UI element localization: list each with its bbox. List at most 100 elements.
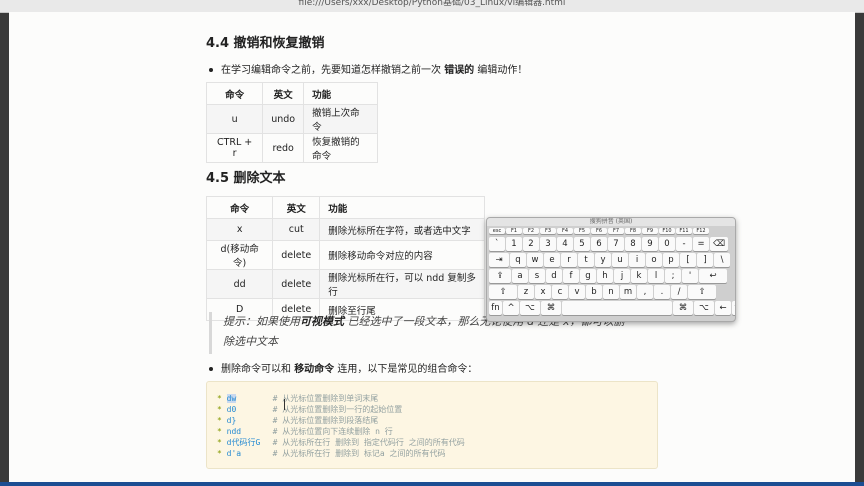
- key[interactable]: 9: [642, 237, 658, 251]
- key[interactable]: 7: [608, 237, 624, 251]
- key[interactable]: z: [518, 285, 534, 299]
- key[interactable]: n: [603, 285, 619, 299]
- key[interactable]: h: [597, 269, 613, 283]
- key[interactable]: .: [654, 285, 670, 299]
- bullet-undo-intro: 在学习编辑命令之前，先要知道怎样撤销之前一次 错误的 编辑动作！: [209, 61, 527, 76]
- key[interactable]: F3: [540, 228, 556, 234]
- key[interactable]: m: [620, 285, 636, 299]
- header-function: 功能: [319, 196, 485, 219]
- key[interactable]: o: [646, 253, 662, 267]
- key[interactable]: 4: [557, 237, 573, 251]
- left-border: [0, 0, 9, 486]
- table-header-row: 命令 英文 功能: [205, 82, 378, 105]
- key[interactable]: 6: [591, 237, 607, 251]
- key[interactable]: 1: [506, 237, 522, 251]
- code-comment: # 从光标位置删除到一行的起始位置: [272, 405, 403, 414]
- key[interactable]: t: [578, 253, 594, 267]
- header-function: 功能: [303, 82, 378, 105]
- tip-text: 提示：如果使用: [223, 315, 300, 328]
- key[interactable]: ': [682, 269, 698, 283]
- undo-table: 命令 英文 功能 u undo 撤销上次命令 CTRL + r redo 恢复撤…: [205, 82, 378, 163]
- key[interactable]: 2: [523, 237, 539, 251]
- key[interactable]: ⇪: [489, 269, 511, 283]
- key[interactable]: a: [512, 269, 528, 283]
- key[interactable]: ←: [715, 301, 731, 315]
- key[interactable]: ⌘: [673, 301, 693, 315]
- keyboard-viewer[interactable]: 搜狗拼音 (英国) esc F1 F2 F3 F4 F5 F6 F7 F8 F9 F10 F11 F12…: [486, 217, 736, 322]
- keyboard-title: 搜狗拼音 (英国): [487, 218, 735, 226]
- key[interactable]: F8: [625, 228, 641, 234]
- key[interactable]: w: [527, 253, 543, 267]
- key[interactable]: ↩: [699, 269, 727, 283]
- key[interactable]: ⇥: [489, 253, 509, 267]
- key[interactable]: ↑↓: [732, 301, 735, 315]
- key[interactable]: ^: [503, 301, 519, 315]
- key[interactable]: F11: [676, 228, 692, 234]
- key[interactable]: x: [535, 285, 551, 299]
- key[interactable]: F5: [574, 228, 590, 234]
- key[interactable]: fn: [489, 301, 502, 315]
- header-command: 命令: [205, 196, 274, 219]
- key[interactable]: ⌥: [520, 301, 540, 315]
- key[interactable]: 5: [574, 237, 590, 251]
- key[interactable]: c: [552, 285, 568, 299]
- key[interactable]: 3: [540, 237, 556, 251]
- key[interactable]: e: [544, 253, 560, 267]
- key[interactable]: g: [580, 269, 596, 283]
- key[interactable]: 8: [625, 237, 641, 251]
- key[interactable]: ⌥: [694, 301, 714, 315]
- key[interactable]: F2: [523, 228, 539, 234]
- key[interactable]: ;: [665, 269, 681, 283]
- code-comment: # 从光标位置向下连续删除 n 行: [272, 427, 393, 436]
- bullet-text: 删除命令可以和: [221, 364, 291, 375]
- bullet-text-end: 编辑动作！: [477, 65, 528, 76]
- key[interactable]: esc: [489, 228, 505, 234]
- key[interactable]: ⌫: [710, 237, 728, 251]
- bullet-text: 在学习编辑命令之前，先要知道怎样撤销之前一次: [221, 65, 441, 76]
- key[interactable]: ]: [697, 253, 713, 267]
- key[interactable]: k: [631, 269, 647, 283]
- key[interactable]: /: [671, 285, 687, 299]
- key[interactable]: i: [629, 253, 645, 267]
- key[interactable]: 0: [659, 237, 675, 251]
- key[interactable]: f: [563, 269, 579, 283]
- key[interactable]: l: [648, 269, 664, 283]
- key[interactable]: F4: [557, 228, 573, 234]
- key[interactable]: ⌘: [541, 301, 561, 315]
- key[interactable]: F1: [506, 228, 522, 234]
- key[interactable]: F7: [608, 228, 624, 234]
- key[interactable]: ⇧: [688, 285, 716, 299]
- key[interactable]: ,: [637, 285, 653, 299]
- table-row: d(移动命令) delete 删除移动命令对应的内容: [205, 240, 485, 270]
- key[interactable]: v: [569, 285, 585, 299]
- key[interactable]: [: [680, 253, 696, 267]
- key[interactable]: y: [595, 253, 611, 267]
- section-title-delete: 4.5 删除文本: [206, 171, 286, 186]
- key[interactable]: F10: [659, 228, 675, 234]
- key[interactable]: -: [676, 237, 692, 251]
- url-text[interactable]: file:///Users/xxx/Desktop/Python基础/03_Li…: [0, 0, 864, 8]
- key[interactable]: b: [586, 285, 602, 299]
- code-line: * d代码行G # 从光标所在行 删除到 指定代码行 之间的所有代码: [217, 438, 465, 447]
- key[interactable]: \: [714, 253, 730, 267]
- key[interactable]: d: [546, 269, 562, 283]
- key[interactable]: ⇧: [489, 285, 517, 299]
- delete-table: 命令 英文 功能 x cut 删除光标所在字符，或者选中文字 d(移动命令) d…: [205, 196, 485, 321]
- cell-function: 删除光标所在字符，或者选中文字: [319, 218, 485, 241]
- code-command: d'a: [226, 449, 242, 458]
- key[interactable]: F6: [591, 228, 607, 234]
- table-row: CTRL + r redo 恢复撤销的命令: [205, 133, 378, 163]
- key[interactable]: r: [561, 253, 577, 267]
- key[interactable]: F12: [693, 228, 709, 234]
- code-block[interactable]: * dw # 从光标位置删除到单词末尾 * d0 # 从光标位置删除到一行的起始位置…: [206, 381, 658, 469]
- key[interactable]: F9: [642, 228, 658, 234]
- key[interactable]: j: [614, 269, 630, 283]
- key[interactable]: p: [663, 253, 679, 267]
- key[interactable]: q: [510, 253, 526, 267]
- key[interactable]: [562, 301, 672, 315]
- key[interactable]: =: [693, 237, 709, 251]
- key[interactable]: s: [529, 269, 545, 283]
- tip-bold: 可视模式: [300, 315, 344, 328]
- key[interactable]: u: [612, 253, 628, 267]
- key[interactable]: `: [489, 237, 505, 251]
